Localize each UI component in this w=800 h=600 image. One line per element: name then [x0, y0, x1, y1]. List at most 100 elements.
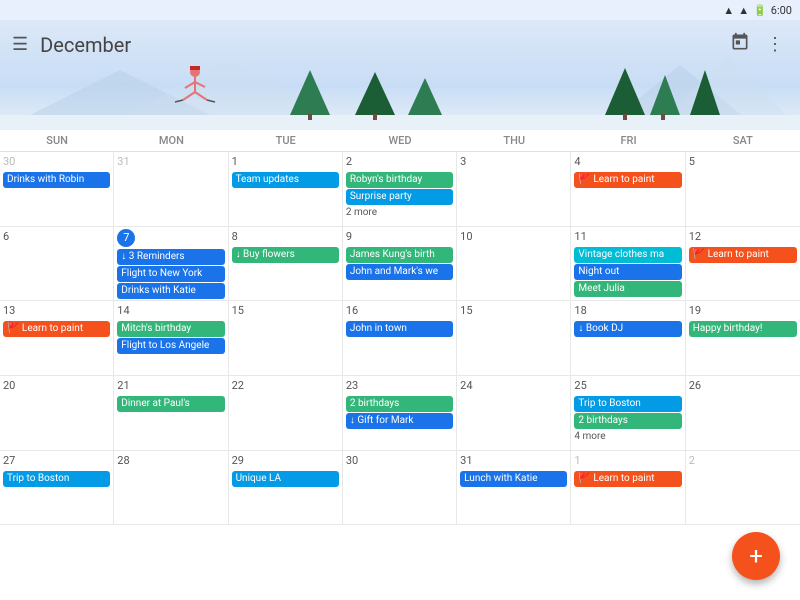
date-number: 23: [346, 378, 453, 394]
event-item[interactable]: Mitch's birthday: [117, 321, 224, 337]
day-header-sun: Sun: [0, 130, 114, 151]
cal-cell-week3-day0[interactable]: 20: [0, 376, 114, 451]
date-number: 13: [3, 303, 110, 319]
more-events-link[interactable]: 4 more: [574, 430, 681, 443]
date-number: 30: [3, 154, 110, 170]
cal-cell-week4-day4[interactable]: 31 Lunch with Katie: [457, 451, 571, 526]
event-item[interactable]: ↓ 3 Reminders: [117, 249, 224, 265]
more-events-link[interactable]: 2 more: [346, 206, 453, 219]
cal-cell-week1-day1[interactable]: 7 ↓ 3 RemindersFlight to New YorkDrinks w…: [114, 227, 228, 302]
cal-cell-week3-day5[interactable]: 25Trip to Boston2 birthdays4 more: [571, 376, 685, 451]
event-item[interactable]: 🚩 Learn to paint: [689, 247, 797, 263]
cal-cell-week3-day4[interactable]: 24: [457, 376, 571, 451]
cal-cell-week0-day2[interactable]: 1 Team updates: [229, 152, 343, 227]
cal-cell-week1-day2[interactable]: 8 ↓ Buy flowers: [229, 227, 343, 302]
event-item[interactable]: Trip to Boston: [3, 471, 110, 487]
cal-cell-week2-day1[interactable]: 14 Mitch's birthdayFlight to Los Angele: [114, 301, 228, 376]
more-options-button[interactable]: ⋮: [762, 30, 788, 59]
event-item[interactable]: John in town: [346, 321, 453, 337]
event-item[interactable]: ↓ Gift for Mark: [346, 413, 453, 429]
header-actions: ⋮: [726, 28, 788, 61]
cal-cell-week2-day4[interactable]: 15: [457, 301, 571, 376]
date-number: 1: [232, 154, 339, 170]
cal-cell-week2-day6[interactable]: 19Happy birthday!: [686, 301, 800, 376]
date-number: 28: [117, 453, 224, 469]
cal-cell-week1-day4[interactable]: 10: [457, 227, 571, 302]
cal-cell-week3-day1[interactable]: 21Dinner at Paul's: [114, 376, 228, 451]
event-item[interactable]: Drinks with Robin: [3, 172, 110, 188]
cal-cell-week4-day5[interactable]: 1 🚩 Learn to paint: [571, 451, 685, 526]
date-number: 18: [574, 303, 681, 319]
day-header-tue: Tue: [229, 130, 343, 151]
event-item[interactable]: 🚩 Learn to paint: [3, 321, 110, 337]
cal-cell-week3-day2[interactable]: 22: [229, 376, 343, 451]
event-item[interactable]: Drinks with Katie: [117, 283, 224, 299]
event-item[interactable]: John and Mark's we: [346, 264, 453, 280]
date-number: 31: [460, 453, 567, 469]
cal-cell-week0-day1[interactable]: 31: [114, 152, 228, 227]
cal-cell-week2-day0[interactable]: 13 🚩 Learn to paint: [0, 301, 114, 376]
day-header-thu: Thu: [457, 130, 571, 151]
event-item[interactable]: Meet Julia: [574, 281, 681, 297]
cal-cell-week1-day5[interactable]: 11 Vintage clothes maNight outMeet Julia: [571, 227, 685, 302]
event-item[interactable]: Dinner at Paul's: [117, 396, 224, 412]
event-item[interactable]: Flight to Los Angele: [117, 338, 224, 354]
event-item[interactable]: Team updates: [232, 172, 339, 188]
cal-cell-week3-day3[interactable]: 23 2 birthdays↓ Gift for Mark: [343, 376, 457, 451]
cal-cell-week0-day6[interactable]: 5: [686, 152, 800, 227]
cal-cell-week2-day5[interactable]: 18 ↓ Book DJ: [571, 301, 685, 376]
event-item[interactable]: 🚩 Learn to paint: [574, 471, 681, 487]
day-header-wed: Wed: [343, 130, 457, 151]
date-number: 16: [346, 303, 453, 319]
cal-cell-week1-day3[interactable]: 9James Kung's birthJohn and Mark's we: [343, 227, 457, 302]
event-item[interactable]: Trip to Boston: [574, 396, 681, 412]
date-number: 11: [574, 229, 681, 245]
header-toolbar: ☰ December ⋮: [0, 20, 800, 69]
fab-button[interactable]: +: [732, 532, 780, 580]
event-item[interactable]: Vintage clothes ma: [574, 247, 681, 263]
date-number: 22: [232, 378, 339, 394]
day-header-mon: Mon: [114, 130, 228, 151]
event-item[interactable]: Night out: [574, 264, 681, 280]
date-number: 15: [460, 303, 567, 319]
cal-cell-week0-day5[interactable]: 4🚩 Learn to paint: [571, 152, 685, 227]
date-number: 20: [3, 378, 110, 394]
cal-cell-week0-day3[interactable]: 2 Robyn's birthdaySurprise party2 more: [343, 152, 457, 227]
event-item[interactable]: Robyn's birthday: [346, 172, 453, 188]
calendar-grid: 30Drinks with Robin311Team updates2Robyn…: [0, 152, 800, 600]
event-item[interactable]: 🚩 Learn to paint: [574, 172, 681, 188]
date-number: 5: [689, 154, 797, 170]
date-number: 14: [117, 303, 224, 319]
event-item[interactable]: 2 birthdays: [574, 413, 681, 429]
cal-cell-week4-day3[interactable]: 30: [343, 451, 457, 526]
cal-cell-week4-day6[interactable]: 2: [686, 451, 800, 526]
menu-button[interactable]: ☰: [12, 34, 28, 55]
event-item[interactable]: Flight to New York: [117, 266, 224, 282]
cal-cell-week4-day1[interactable]: 28: [114, 451, 228, 526]
cal-cell-week1-day6[interactable]: 12🚩 Learn to paint: [686, 227, 800, 302]
event-item[interactable]: Unique LA: [232, 471, 339, 487]
cal-cell-week0-day4[interactable]: 3: [457, 152, 571, 227]
event-item[interactable]: Happy birthday!: [689, 321, 797, 337]
date-number: 31: [117, 154, 224, 170]
battery-icon: 🔋: [753, 4, 767, 17]
cal-cell-week1-day0[interactable]: 6: [0, 227, 114, 302]
event-item[interactable]: Surprise party: [346, 189, 453, 205]
event-item[interactable]: 2 birthdays: [346, 396, 453, 412]
event-item[interactable]: Lunch with Katie: [460, 471, 567, 487]
cal-cell-week2-day2[interactable]: 15: [229, 301, 343, 376]
date-number: 1: [574, 453, 681, 469]
cal-cell-week0-day0[interactable]: 30 Drinks with Robin: [0, 152, 114, 227]
day-header-sat: Sat: [686, 130, 800, 151]
calendar-icon-button[interactable]: [726, 28, 754, 61]
cal-cell-week4-day0[interactable]: 27Trip to Boston: [0, 451, 114, 526]
event-item[interactable]: James Kung's birth: [346, 247, 453, 263]
cal-cell-week2-day3[interactable]: 16 John in town: [343, 301, 457, 376]
cal-cell-week4-day2[interactable]: 29Unique LA: [229, 451, 343, 526]
event-item[interactable]: ↓ Buy flowers: [232, 247, 339, 263]
date-number: 7: [117, 229, 135, 247]
cal-cell-week3-day6[interactable]: 26: [686, 376, 800, 451]
date-number: 2: [346, 154, 453, 170]
date-number: 8: [232, 229, 339, 245]
event-item[interactable]: ↓ Book DJ: [574, 321, 681, 337]
